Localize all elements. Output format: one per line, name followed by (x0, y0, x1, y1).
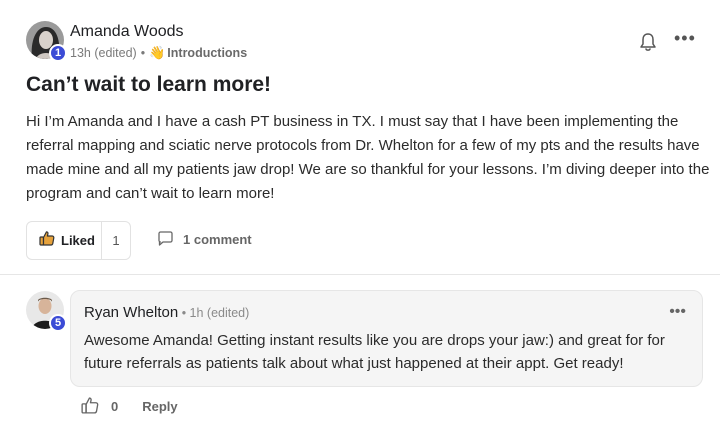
post-body: Hi I’m Amanda and I have a cash PT busin… (26, 113, 710, 202)
post-title: Can’t wait to learn more! (26, 73, 272, 96)
author-level-badge: 1 (49, 44, 67, 62)
comment-count: 1 comment (183, 231, 252, 247)
comment-header: Ryan Whelton • 1h (edited) (84, 304, 249, 321)
commenter-level-badge: 5 (49, 314, 67, 332)
post-meta: 13h (edited) • 👋 Introductions (70, 45, 247, 61)
comment-more-button[interactable]: ••• (669, 303, 686, 321)
author-name[interactable]: Amanda Woods (70, 23, 184, 41)
waving-hand-icon: 👋 (149, 45, 166, 60)
comment-like-count: 0 (111, 399, 119, 414)
like-label: Liked (61, 233, 95, 248)
commenter-name[interactable]: Ryan Whelton (84, 304, 178, 321)
post-time: 13h (edited) (70, 46, 137, 60)
comment-bubble: Ryan Whelton • 1h (edited) ••• Awesome A… (70, 290, 703, 387)
reply-button[interactable]: Reply (142, 399, 177, 414)
comment-like-icon[interactable] (81, 396, 99, 417)
comment-actions: 0 Reply (81, 396, 178, 417)
post: 1 Amanda Woods 13h (edited) • 👋 Introduc… (0, 0, 720, 275)
like-button[interactable]: Liked (27, 222, 102, 259)
comment-body: Awesome Amanda! Getting instant results … (84, 332, 665, 372)
divider (0, 274, 720, 275)
post-more-button[interactable]: ••• (674, 29, 698, 50)
bell-icon[interactable] (639, 32, 657, 52)
meta-separator: • (140, 46, 146, 60)
comment-meta: • 1h (edited) (178, 306, 250, 320)
like-count[interactable]: 1 (102, 233, 130, 248)
thumbs-up-icon (39, 230, 55, 251)
like-box: Liked 1 (26, 221, 131, 260)
category-link[interactable]: Introductions (167, 46, 247, 60)
comment-icon (158, 231, 173, 246)
comments-link[interactable]: 1 comment (157, 231, 252, 247)
